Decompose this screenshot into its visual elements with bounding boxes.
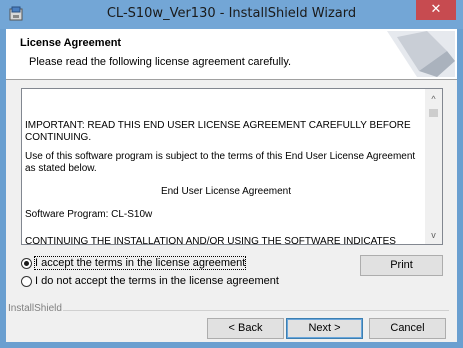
license-paragraph: CONTINUING THE INSTALLATION AND/OR USING… — [25, 236, 396, 245]
installer-window: CL-S10w_Ver130 - InstallShield Wizard ✕ … — [0, 0, 463, 348]
wizard-body: License Agreement Please read the follow… — [6, 29, 457, 342]
installshield-graphic-icon — [367, 31, 455, 77]
page-subtitle: Please read the following license agreem… — [29, 56, 292, 68]
window-title: CL-S10w_Ver130 - InstallShield Wizard — [106, 6, 357, 21]
radio-selected-dot — [24, 261, 29, 266]
license-paragraph: Use of this software program is subject … — [25, 151, 416, 174]
license-paragraph: Software Program: CL-S10w — [25, 209, 153, 220]
page-title: License Agreement — [20, 37, 122, 49]
wizard-header: License Agreement Please read the follow… — [6, 29, 457, 80]
license-text-box[interactable]: IMPORTANT: READ THIS END USER LICENSE AG… — [21, 88, 443, 245]
vertical-scrollbar[interactable]: ^ v — [425, 89, 442, 244]
back-button[interactable]: < Back — [207, 318, 284, 339]
close-button[interactable]: ✕ — [416, 0, 456, 20]
license-paragraph: IMPORTANT: READ THIS END USER LICENSE AG… — [25, 120, 411, 143]
accept-radio[interactable] — [21, 258, 32, 269]
license-paragraph: End User License Agreement — [160, 186, 292, 197]
decline-radio[interactable] — [21, 276, 32, 287]
accept-label[interactable]: I accept the terms in the license agreem… — [33, 256, 247, 270]
scroll-thumb[interactable] — [429, 109, 438, 117]
cancel-button[interactable]: Cancel — [369, 318, 446, 339]
decline-label[interactable]: I do not accept the terms in the license… — [35, 275, 279, 287]
next-button[interactable]: Next > — [286, 318, 363, 339]
scroll-down-icon[interactable]: v — [425, 227, 442, 244]
scroll-up-icon[interactable]: ^ — [425, 91, 442, 108]
title-bar[interactable]: CL-S10w_Ver130 - InstallShield Wizard ✕ — [0, 0, 463, 29]
print-button[interactable]: Print — [360, 255, 443, 276]
divider — [63, 310, 449, 311]
installshield-brand: InstallShield — [8, 303, 62, 314]
